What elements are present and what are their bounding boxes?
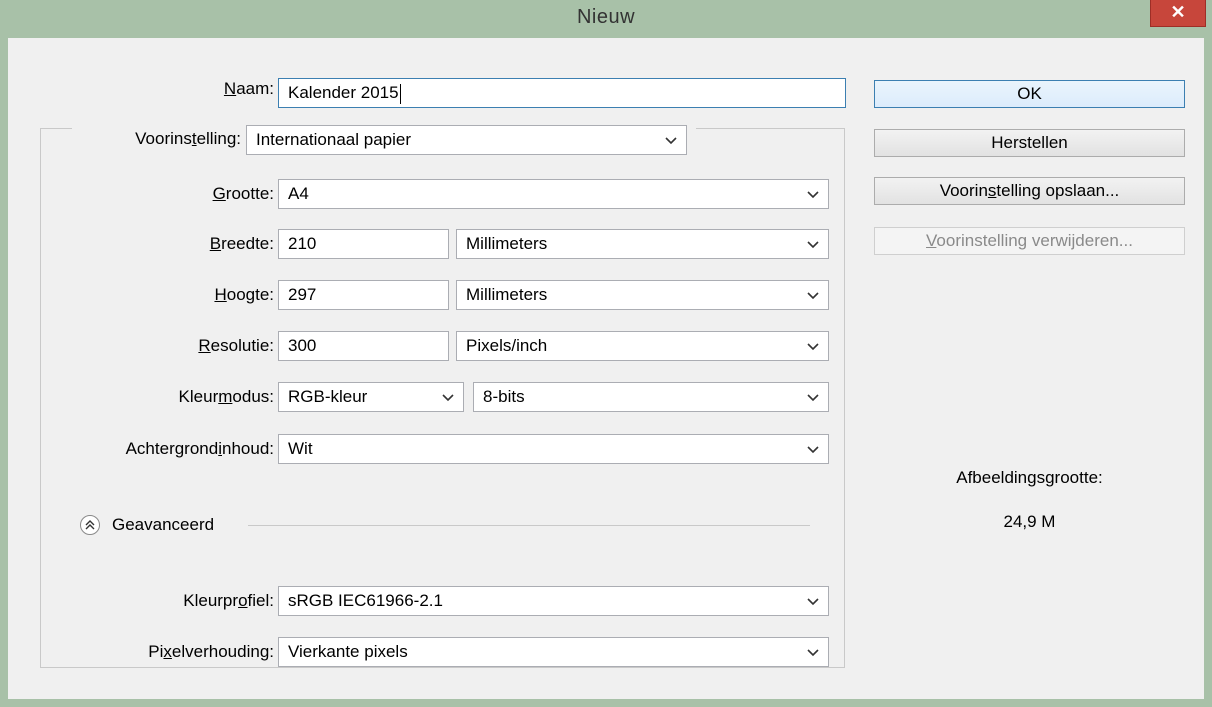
resolution-unit-select[interactable]: Pixels/inch xyxy=(456,331,829,361)
chevron-down-icon xyxy=(807,241,819,249)
width-unit-select[interactable]: Millimeters xyxy=(456,229,829,259)
image-size-label: Afbeeldingsgrootte: xyxy=(956,468,1103,487)
reset-button[interactable]: Herstellen xyxy=(874,129,1185,157)
size-select[interactable]: A4 xyxy=(278,179,829,209)
background-label: Achtergrondinhoud: xyxy=(125,439,274,458)
color-profile-select[interactable]: sRGB IEC61966-2.1 xyxy=(278,586,829,616)
chevron-down-icon xyxy=(807,598,819,606)
chevron-down-icon xyxy=(807,446,819,454)
resolution-input[interactable]: 300 xyxy=(278,331,449,361)
height-label: Hoogte: xyxy=(214,285,274,304)
color-profile-label: Kleurprofiel: xyxy=(183,591,274,610)
resolution-label: Resolutie: xyxy=(198,336,274,355)
preset-label: Voorinstelling: xyxy=(135,129,241,148)
color-mode-select[interactable]: RGB-kleur xyxy=(278,382,464,412)
width-label: Breedte: xyxy=(209,234,274,253)
advanced-divider xyxy=(248,525,810,526)
background-select[interactable]: Wit xyxy=(278,434,829,464)
delete-preset-button[interactable]: Voorinstelling verwijderen... xyxy=(874,227,1185,255)
bit-depth-select[interactable]: 8-bits xyxy=(473,382,829,412)
collapse-up-icon[interactable] xyxy=(80,515,100,535)
preset-select[interactable]: Internationaal papier xyxy=(246,125,687,155)
advanced-toggle-label[interactable]: Geavanceerd xyxy=(112,515,214,535)
close-button[interactable]: ✕ xyxy=(1150,0,1206,27)
chevron-down-icon xyxy=(442,394,454,402)
chevron-down-icon xyxy=(807,191,819,199)
close-icon: ✕ xyxy=(1170,2,1186,22)
height-input[interactable]: 297 xyxy=(278,280,449,310)
color-mode-label: Kleurmodus: xyxy=(178,387,274,406)
image-size-value: 24,9 M xyxy=(1003,512,1056,531)
dialog-body: Naam: Kalender 2015 Voorinstelling: Inte… xyxy=(8,38,1204,699)
ok-button[interactable]: OK xyxy=(874,80,1185,108)
group-border-right xyxy=(696,128,845,129)
chevron-down-icon xyxy=(807,343,819,351)
height-unit-select[interactable]: Millimeters xyxy=(456,280,829,310)
width-input[interactable]: 210 xyxy=(278,229,449,259)
name-label: Naam: xyxy=(223,79,274,98)
chevron-down-icon xyxy=(807,292,819,300)
group-border-left xyxy=(40,128,72,129)
save-preset-button[interactable]: Voorinstelling opslaan... xyxy=(874,177,1185,205)
chevron-down-icon xyxy=(807,394,819,402)
pixel-ratio-select[interactable]: Vierkante pixels xyxy=(278,637,829,667)
name-input[interactable]: Kalender 2015 xyxy=(278,78,846,108)
pixel-ratio-label: Pixelverhouding: xyxy=(148,642,274,661)
title-bar[interactable]: Nieuw ✕ xyxy=(0,0,1212,38)
dialog-title: Nieuw xyxy=(576,6,636,28)
chevron-down-icon xyxy=(807,649,819,657)
chevron-down-icon xyxy=(665,137,677,145)
new-document-dialog: Nieuw ✕ Naam: Kalender 2015 Voorinstelli… xyxy=(0,0,1212,707)
size-label: Grootte: xyxy=(212,184,274,203)
